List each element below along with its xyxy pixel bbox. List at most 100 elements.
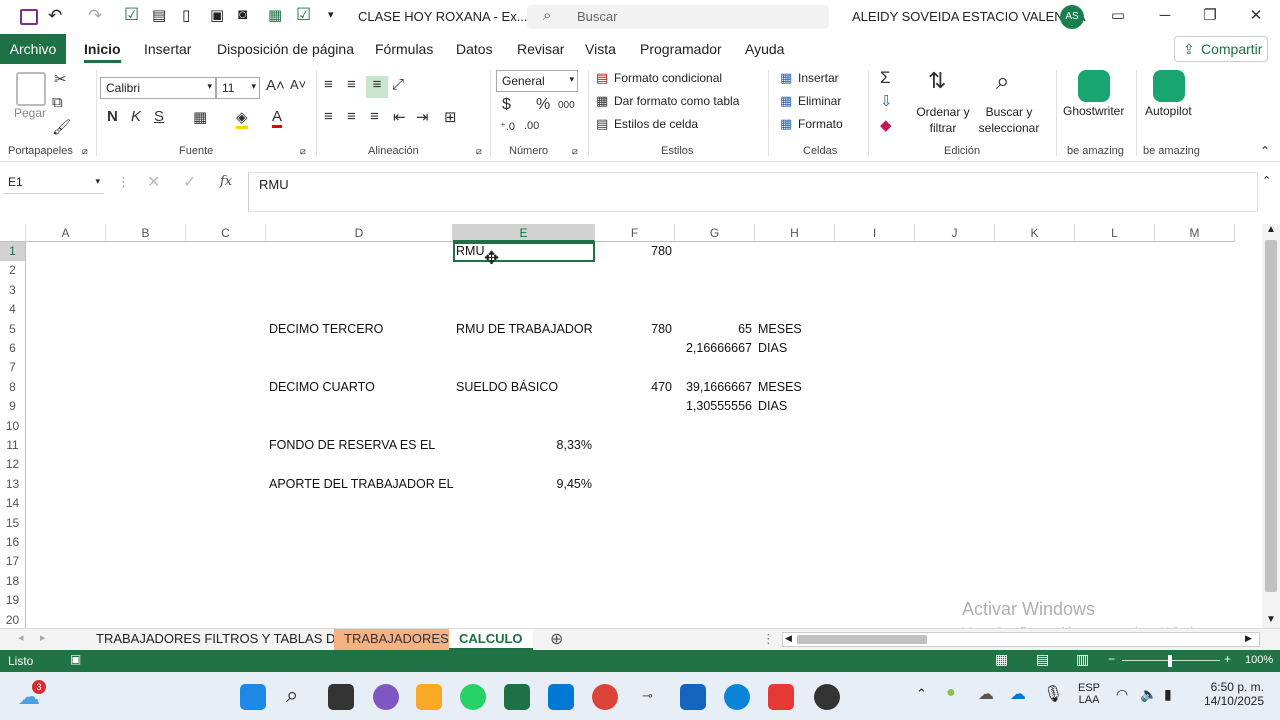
new-file-icon[interactable]: ▯: [182, 6, 190, 24]
splitter-icon[interactable]: ⋮: [762, 631, 775, 647]
currency-button[interactable]: $: [502, 96, 511, 114]
cell-h8[interactable]: MESES: [758, 378, 802, 397]
column-header-g[interactable]: G: [675, 224, 755, 242]
font-color-icon[interactable]: A: [272, 108, 283, 128]
row-header-18[interactable]: 18: [0, 571, 26, 592]
zoom-level[interactable]: 100%: [1245, 654, 1273, 666]
sheet-tab-calculo[interactable]: CALCULO: [449, 629, 533, 651]
row-header-5[interactable]: 5: [0, 319, 26, 339]
column-header-i[interactable]: I: [835, 224, 915, 242]
cell-g8[interactable]: 39,1666667: [675, 378, 752, 397]
vertical-scrollbar[interactable]: ▲ ▼: [1262, 224, 1280, 628]
tab-ayuda[interactable]: Ayuda: [745, 41, 784, 57]
paste-label[interactable]: Pegar: [14, 106, 46, 120]
row-header-11[interactable]: 11: [0, 436, 26, 456]
insert-function-button[interactable]: fx: [220, 174, 232, 189]
app-icon[interactable]: [548, 684, 574, 710]
column-header-a[interactable]: A: [26, 224, 106, 242]
formula-input[interactable]: RMU: [248, 172, 1258, 212]
cell-f8[interactable]: 470: [595, 378, 672, 397]
column-header-h[interactable]: H: [755, 224, 835, 242]
grow-font-icon[interactable]: A˄: [266, 77, 285, 94]
expand-formula-icon[interactable]: ⌃: [1262, 174, 1271, 187]
form-icon[interactable]: ▤: [152, 6, 166, 24]
add-sheet-icon[interactable]: ⊕: [550, 629, 563, 649]
paste-icon[interactable]: [16, 72, 46, 106]
cell-g9[interactable]: 1,30555556: [675, 397, 752, 416]
onedrive-icon[interactable]: ☁: [1010, 684, 1026, 704]
cell-e5[interactable]: RMU DE TRABAJADOR: [456, 320, 593, 339]
collapse-ribbon-icon[interactable]: ⌃: [1260, 144, 1270, 158]
font-name-select[interactable]: Calibri ▾: [100, 77, 216, 99]
percent-button[interactable]: %: [536, 96, 550, 114]
copilot-icon[interactable]: [373, 684, 399, 710]
wps-icon[interactable]: [768, 684, 794, 710]
enter-icon[interactable]: ✓: [183, 172, 196, 192]
sheet-tab-trabajadores-filtros[interactable]: TRABAJADORES FILTROS Y TABLAS D: [86, 629, 345, 651]
zoom-in-icon[interactable]: +: [1224, 652, 1231, 666]
conditional-format-button[interactable]: Formato condicional: [614, 71, 722, 85]
align-left-icon[interactable]: ≡: [324, 108, 333, 125]
column-header-b[interactable]: B: [106, 224, 186, 242]
share-button[interactable]: ⇪ Compartir: [1174, 36, 1268, 62]
format-cells-button[interactable]: Formato: [798, 117, 843, 131]
check-icon[interactable]: ☑: [296, 5, 311, 25]
undo-icon[interactable]: ↶: [48, 6, 62, 26]
customize-qat-icon[interactable]: ▾: [328, 8, 334, 21]
autopilot-icon[interactable]: [1153, 70, 1185, 102]
tab-archivo[interactable]: Archivo: [0, 34, 66, 64]
close-icon[interactable]: ✕: [1246, 6, 1266, 26]
fill-color-icon[interactable]: ◈: [236, 108, 248, 129]
row-header-15[interactable]: 15: [0, 513, 26, 533]
whatsapp-icon[interactable]: [460, 684, 486, 710]
number-format-select[interactable]: General ▾: [496, 70, 578, 92]
ribbon-display-icon[interactable]: ▭: [1108, 6, 1128, 26]
cell-g6[interactable]: 2,16666667: [675, 339, 752, 358]
increase-decimal-icon[interactable]: ⁺.0: [500, 120, 515, 133]
minimize-icon[interactable]: ─: [1155, 6, 1175, 26]
worksheet-grid[interactable]: ABCDEFGHIJKLM 1 2 3 4 5 6 7 8 9 10 11 12 13 14 15 16 17 1…: [0, 224, 1262, 628]
clear-icon[interactable]: ◆: [880, 116, 892, 134]
row-header-20[interactable]: 20: [0, 610, 26, 628]
dialog-launcher-icon[interactable]: ⧄: [572, 146, 578, 157]
column-header-e[interactable]: E: [453, 224, 595, 242]
obs-icon[interactable]: [814, 684, 840, 710]
row-header-2[interactable]: 2: [0, 261, 26, 281]
thousands-button[interactable]: 000: [558, 100, 575, 111]
select-all-corner[interactable]: [0, 224, 26, 242]
increase-indent-icon[interactable]: ⇥: [416, 108, 429, 126]
scroll-down-icon[interactable]: ▼: [1266, 614, 1276, 625]
sheet-tab-trabajadores[interactable]: TRABAJADORES: [334, 629, 459, 651]
normal-view-icon[interactable]: ▦: [995, 651, 1008, 668]
search-input[interactable]: ⌕ Buscar: [527, 5, 829, 29]
find-select-button[interactable]: Buscar y seleccionar: [972, 104, 1046, 136]
borders-icon[interactable]: ▦: [193, 108, 207, 126]
tab-programador[interactable]: Programador: [640, 41, 722, 57]
format-painter-icon[interactable]: 🖌: [52, 118, 71, 136]
store-icon[interactable]: [680, 684, 706, 710]
camera-icon[interactable]: ◙: [238, 6, 247, 23]
row-header-4[interactable]: 4: [0, 300, 26, 320]
battery-icon[interactable]: ▮: [1164, 686, 1172, 703]
dialog-launcher-icon[interactable]: ⧄: [476, 146, 482, 157]
page-layout-icon[interactable]: ▤: [1036, 651, 1049, 668]
user-name[interactable]: ALEIDY SOVEIDA ESTACIO VALENCIA: [852, 9, 1085, 24]
cancel-icon[interactable]: ✕: [147, 172, 160, 192]
tab-datos[interactable]: Datos: [456, 41, 493, 57]
row-header-6[interactable]: 6: [0, 339, 26, 359]
zoom-out-icon[interactable]: −: [1108, 652, 1115, 666]
clock[interactable]: 6:50 p. m. 14/10/2025: [1200, 680, 1264, 708]
language-indicator[interactable]: ESP LAA: [1078, 682, 1100, 706]
vertical-scroll-thumb[interactable]: [1265, 240, 1277, 592]
dialog-launcher-icon[interactable]: ⧄: [300, 146, 306, 157]
file-explorer-icon[interactable]: [416, 684, 442, 710]
decrease-decimal-icon[interactable]: .00: [524, 120, 539, 132]
scroll-up-icon[interactable]: ▲: [1266, 224, 1276, 235]
excel-icon[interactable]: [504, 684, 530, 710]
cell-e11[interactable]: 8,33%: [453, 436, 592, 455]
font-size-select[interactable]: 11 ▾: [216, 77, 260, 99]
checkbox-icon[interactable]: ☑: [124, 5, 139, 25]
column-header-m[interactable]: M: [1155, 224, 1235, 242]
row-header-3[interactable]: 3: [0, 280, 26, 301]
page-break-icon[interactable]: ▥: [1076, 651, 1089, 668]
